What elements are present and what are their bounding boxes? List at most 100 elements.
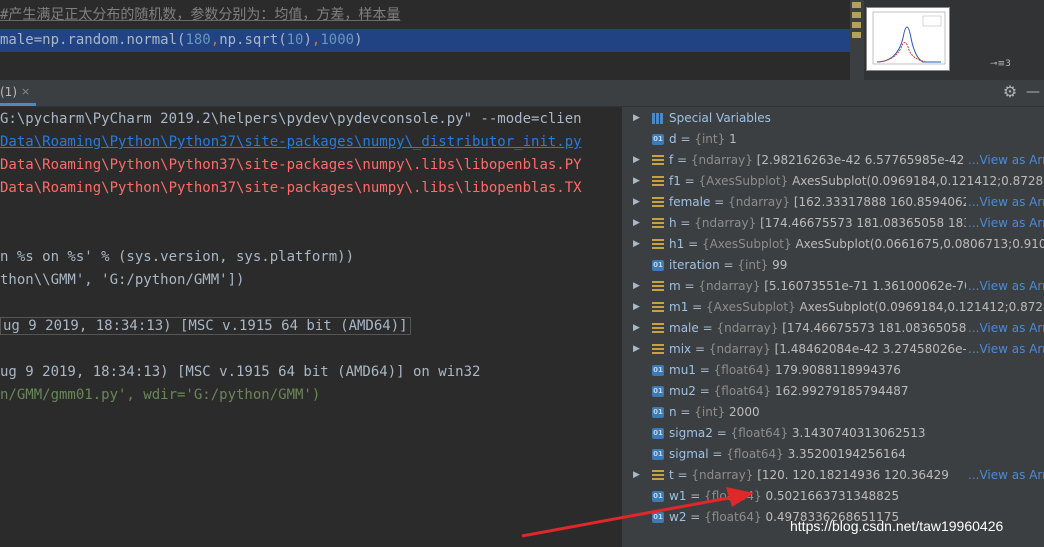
variable-name: d (669, 132, 677, 146)
console-row: Data\Roaming\Python\Python37\site-packag… (0, 132, 582, 152)
view-as-array-link[interactable]: ...View as Array (966, 465, 1044, 486)
variable-row[interactable]: ▶ mix = {ndarray} [1.48462084e-42 3.27458… (626, 339, 1044, 360)
variable-text: h = {ndarray} [174.46675573 181.08365058… (669, 216, 983, 230)
code-token: np.sqrt( (219, 32, 287, 48)
variable-row[interactable]: ▶ h1 = {AxesSubplot} AxesSubplot(0.066167… (626, 234, 1044, 255)
variable-row[interactable]: 01 d = {int} 1 (626, 129, 1044, 150)
variable-row[interactable]: ▶ Special Variables (626, 108, 1044, 129)
variable-name: Special Variables (669, 111, 771, 125)
variable-type: {ndarray} (728, 195, 791, 209)
code-editor[interactable]: #产生满足正太分布的随机数，参数分别为：均值，方差，样本量 male=np.ra… (0, 0, 850, 80)
variable-name: m (669, 279, 681, 293)
console-line: ug 9 2019, 18:34:13) [MSC v.1915 64 bit … (0, 364, 481, 380)
variable-text: iteration = {int} 99 (669, 258, 788, 272)
stripe-mark[interactable] (852, 12, 861, 18)
variable-value: [120. 120.18214936 120.36429 (757, 468, 949, 482)
expand-arrow-icon[interactable]: ▶ (633, 276, 640, 297)
scalar-icon: 01 (652, 512, 664, 523)
variable-value: [174.46675573 181.08365058 183.6 (760, 216, 983, 230)
tab-console-label: (1) (0, 84, 17, 99)
scalar-icon: 01 (652, 449, 664, 460)
watermark: https://blog.csdn.net/taw19960426 (790, 518, 1004, 534)
variable-row[interactable]: 01 mu1 = {float64} 179.9088118994376 (626, 360, 1044, 381)
array-icon (652, 323, 664, 334)
console-row: ug 9 2019, 18:34:13) [MSC v.1915 64 bit … (0, 316, 411, 336)
variable-name: sigma2 (669, 426, 713, 440)
variable-text: t = {ndarray} [120. 120.18214936 120.364… (669, 468, 949, 482)
variable-row[interactable]: ▶ m1 = {AxesSubplot} AxesSubplot(0.096918… (626, 297, 1044, 318)
variable-name: male (669, 321, 699, 335)
expand-arrow-icon[interactable]: ▶ (633, 213, 640, 234)
variables-panel[interactable]: ▶ Special Variables 01 d = {int} 1 ▶ f = {nda… (626, 107, 1044, 547)
stripe-mark[interactable] (852, 22, 861, 28)
variable-row[interactable]: ▶ f1 = {AxesSubplot} AxesSubplot(0.096918… (626, 171, 1044, 192)
tab-console[interactable]: (1) × (0, 80, 37, 106)
expand-arrow-icon[interactable]: ▶ (633, 234, 640, 255)
array-icon (652, 176, 664, 187)
array-icon (652, 281, 664, 292)
variable-text: n = {int} 2000 (669, 405, 760, 419)
minimize-icon[interactable]: — (1025, 82, 1041, 102)
view-as-array-link[interactable]: ...View as Array (966, 339, 1044, 360)
view-as-array-link[interactable]: ...View as Array (966, 276, 1044, 297)
variable-row[interactable]: 01 mu2 = {float64} 162.99279185794487 (626, 381, 1044, 402)
view-as-array-link[interactable]: ...View as Array (966, 192, 1044, 213)
array-icon (652, 470, 664, 481)
variable-row[interactable]: ▶ h = {ndarray} [174.46675573 181.0836505… (626, 213, 1044, 234)
variable-value: 179.9088118994376 (774, 363, 901, 377)
python-console-output[interactable]: G:\pycharm\PyCharm 2019.2\helpers\pydev\… (0, 107, 622, 547)
plot-counter[interactable]: ⊸≡3 (990, 59, 1011, 69)
console-line: thon\\GMM', 'G:/python/GMM']) (0, 272, 245, 288)
expand-arrow-icon[interactable]: ▶ (633, 108, 640, 129)
stripe-mark[interactable] (852, 2, 861, 8)
variable-text: d = {int} 1 (669, 132, 737, 146)
code-token: ) (303, 32, 312, 48)
variable-name: mix (669, 342, 692, 356)
expand-arrow-icon[interactable]: ▶ (633, 465, 640, 486)
expand-arrow-icon[interactable]: ▶ (633, 171, 640, 192)
expand-arrow-icon[interactable]: ▶ (633, 339, 640, 360)
variable-type: {int} (737, 258, 769, 272)
error-stripe (850, 0, 864, 80)
gear-icon[interactable]: ⚙ (1001, 82, 1019, 102)
console-tabbar: (1) × ⚙ — (0, 80, 1044, 107)
variable-name: female (669, 195, 711, 209)
console-row: n/GMM/gmm01.py', wdir='G:/python/GMM') (0, 385, 320, 405)
expand-arrow-icon[interactable]: ▶ (633, 150, 640, 171)
variable-row[interactable]: 01 iteration = {int} 99 (626, 255, 1044, 276)
variable-row[interactable]: ▶ male = {ndarray} [174.46675573 181.0836… (626, 318, 1044, 339)
scalar-icon: 01 (652, 428, 664, 439)
variable-value: AxesSubplot(0.0969184,0.121412;0.872808x… (792, 174, 1044, 188)
variable-row[interactable]: ▶ m = {ndarray} [5.16073551e-71 1.3610006… (626, 276, 1044, 297)
view-as-array-link[interactable]: ...View as Array (966, 150, 1044, 171)
variable-row[interactable]: 01 sigma2 = {float64} 3.1430740313062513 (626, 423, 1044, 444)
console-row: ug 9 2019, 18:34:13) [MSC v.1915 64 bit … (0, 362, 480, 382)
variable-value: 3.1430740313062513 (791, 426, 926, 440)
special-variables-icon (652, 113, 664, 124)
stripe-mark[interactable] (852, 32, 861, 38)
variable-row[interactable]: ▶ f = {ndarray} [2.98216263e-42 6.5776598… (626, 150, 1044, 171)
expand-arrow-icon[interactable]: ▶ (633, 318, 640, 339)
expand-arrow-icon[interactable]: ▶ (633, 192, 640, 213)
variable-text: male = {ndarray} [174.46675573 181.08365… (669, 321, 986, 335)
variable-row[interactable]: 01 sigmal = {float64} 3.35200194256164 (626, 444, 1044, 465)
view-as-array-link[interactable]: ...View as Array (966, 318, 1044, 339)
expand-arrow-icon[interactable]: ▶ (633, 297, 640, 318)
variable-name: m1 (669, 300, 689, 314)
variable-row[interactable]: ▶ female = {ndarray} [162.33317888 160.85… (626, 192, 1044, 213)
view-as-array-link[interactable]: ...View as Array (966, 213, 1044, 234)
console-line[interactable]: Data\Roaming\Python\Python37\site-packag… (0, 134, 582, 150)
close-icon[interactable]: × (21, 85, 30, 98)
variable-type: {AxesSubplot} (706, 300, 796, 314)
variable-type: {ndarray} (698, 279, 761, 293)
code-token: np.random.normal( (42, 32, 186, 48)
variable-value: 1 (729, 132, 737, 146)
selected-code-line[interactable]: male=np.random.normal(180,np.sqrt(10),10… (0, 29, 850, 52)
array-icon (652, 155, 664, 166)
variable-row[interactable]: 01 n = {int} 2000 (626, 402, 1044, 423)
variable-row[interactable]: 01 w1 = {float64} 0.5021663731348825 (626, 486, 1044, 507)
variable-text: m1 = {AxesSubplot} AxesSubplot(0.0969184… (669, 297, 1044, 318)
variable-row[interactable]: ▶ t = {ndarray} [120. 120.18214936 120.36… (626, 465, 1044, 486)
variable-type: {float64} (713, 363, 772, 377)
plot-thumbnail[interactable] (866, 7, 950, 71)
